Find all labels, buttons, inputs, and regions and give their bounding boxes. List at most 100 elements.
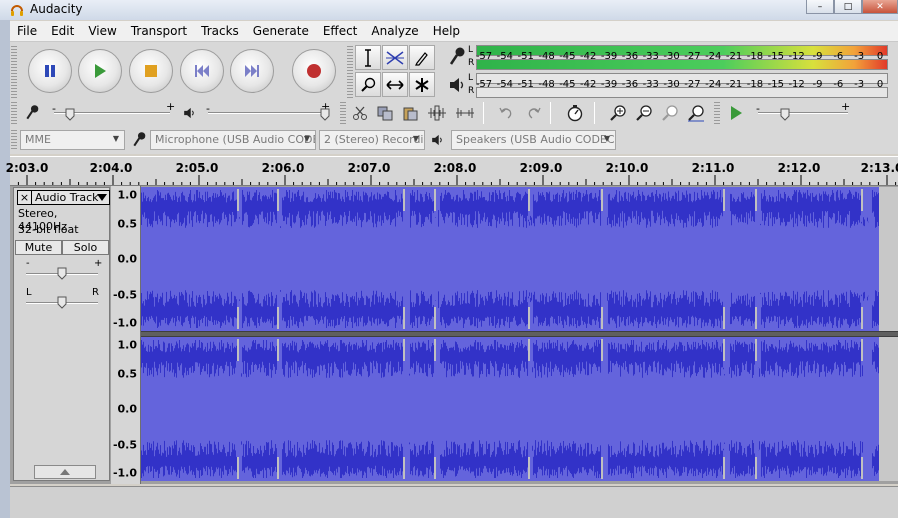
playback-device-speaker-icon — [432, 134, 442, 146]
timeline-label: 2:04.0 — [89, 161, 133, 175]
title-bar: Audacity – □ ✕ — [0, 0, 898, 20]
play-button[interactable] — [78, 49, 122, 93]
toolbar-grip[interactable] — [11, 130, 17, 150]
toolbar-grip[interactable] — [714, 102, 720, 124]
input-volume-thumb[interactable] — [65, 108, 75, 121]
menu-file[interactable]: File — [10, 24, 44, 38]
zoom-out-button[interactable] — [632, 102, 656, 124]
skip-to-start-button[interactable] — [180, 49, 224, 93]
waveform-gap-top — [434, 189, 436, 211]
skip-to-end-button[interactable] — [230, 49, 274, 93]
gain-min-label: - — [26, 258, 30, 269]
fit-project-button[interactable] — [684, 102, 708, 124]
trim-audio-button[interactable] — [425, 102, 449, 124]
toolbar-grip[interactable] — [347, 46, 353, 98]
copy-icon — [377, 106, 393, 121]
timeline-ruler[interactable]: 2:03.0 2:04.0 2:05.0 2:06.0 2:07.0 2:08.… — [6, 156, 898, 186]
scissors-icon — [353, 106, 367, 120]
paste-icon — [403, 107, 418, 121]
recording-channels-select[interactable]: 2 (Stereo) Recording ▼ — [319, 130, 425, 150]
waveform-samples — [141, 339, 879, 479]
cut-button[interactable] — [348, 102, 372, 124]
menu-effect[interactable]: Effect — [316, 24, 365, 38]
amplitude-tick: 0.0 — [117, 252, 138, 266]
menu-transport[interactable]: Transport — [124, 24, 194, 38]
multi-tool-button[interactable] — [409, 72, 435, 97]
pause-button[interactable] — [28, 49, 72, 93]
fit-selection-button[interactable] — [658, 102, 682, 124]
maximize-button[interactable]: □ — [834, 0, 862, 14]
recording-device-select[interactable]: Microphone (USB Audio CODEC ▼ — [150, 130, 316, 150]
solo-button[interactable]: Solo — [62, 240, 109, 255]
envelope-icon — [386, 50, 404, 65]
copy-button[interactable] — [373, 102, 397, 124]
waveform-gap-bottom — [237, 457, 239, 479]
speaker-icon — [450, 78, 464, 92]
menu-help[interactable]: Help — [426, 24, 467, 38]
track-name-menu[interactable]: Audio Track — [35, 191, 99, 204]
playback-speed-thumb[interactable] — [780, 108, 790, 121]
minimize-button[interactable]: – — [806, 0, 834, 14]
waveform-left-graphic — [141, 189, 879, 329]
undo-button[interactable] — [494, 102, 518, 124]
output-volume-slider[interactable] — [208, 112, 328, 114]
left-channel-label: L — [468, 45, 474, 55]
maximize-icon: □ — [843, 1, 853, 12]
close-icon: ✕ — [876, 1, 884, 12]
record-button[interactable] — [292, 49, 336, 93]
playback-speed-slider[interactable] — [758, 112, 848, 114]
pan-right-label: R — [92, 287, 99, 298]
playback-meter[interactable]: L R -57 -54 -51 -48 -45 -42 -39 -36 -33 -30 -27 -24… — [444, 72, 898, 100]
stop-button[interactable] — [129, 49, 173, 93]
timeline-label: 2:07.0 — [347, 161, 391, 175]
timeline-label: 2:09.0 — [519, 161, 563, 175]
recording-device-microphone-icon — [133, 132, 146, 147]
collapse-track-button[interactable] — [34, 465, 96, 479]
track-close-button[interactable]: × — [18, 191, 32, 204]
menu-view[interactable]: View — [81, 24, 123, 38]
time-shift-tool-button[interactable] — [382, 72, 408, 97]
mute-button[interactable]: Mute — [15, 240, 62, 255]
timeline-ticks — [17, 175, 897, 185]
waveform-left-channel[interactable] — [141, 187, 879, 331]
playback-device-select[interactable]: Speakers (USB Audio CODEC ) ▼ — [451, 130, 616, 150]
toolbar-grip[interactable] — [340, 102, 346, 124]
audio-host-select[interactable]: MME ▼ — [20, 130, 125, 150]
meter-toolbar: L R -57 -54 -51 -48 -45 -42 -39 -36 -33 -30 -27 -24… — [444, 42, 898, 100]
audacity-headphones-icon — [11, 5, 23, 16]
redo-button[interactable] — [522, 102, 546, 124]
chevron-down-icon: ▼ — [603, 134, 611, 143]
menu-edit[interactable]: Edit — [44, 24, 81, 38]
waveform-right-channel[interactable] — [141, 337, 879, 481]
pan-left-label: L — [26, 287, 32, 298]
amplitude-tick: -0.5 — [112, 438, 137, 452]
silence-audio-button[interactable] — [453, 102, 477, 124]
menu-analyze[interactable]: Analyze — [364, 24, 425, 38]
recording-meter[interactable]: L R -57 -54 -51 -48 -45 -42 -39 -36 -33 -30 -27 -24… — [444, 44, 898, 72]
waveform-gap-bottom — [861, 457, 863, 479]
menu-tracks[interactable]: Tracks — [194, 24, 246, 38]
gain-thumb[interactable] — [57, 267, 67, 280]
close-window-button[interactable]: ✕ — [862, 0, 898, 14]
track-control-panel[interactable]: × Audio Track Stereo, 44100Hz 32-bit flo… — [13, 187, 110, 481]
track-menu-dropdown-icon[interactable] — [97, 194, 107, 201]
zoom-tool-button[interactable] — [355, 72, 381, 97]
envelope-tool-button[interactable] — [382, 45, 408, 70]
toolbar-grip[interactable] — [11, 102, 17, 124]
menu-generate[interactable]: Generate — [246, 24, 316, 38]
sync-lock-button[interactable] — [563, 102, 587, 124]
right-channel-label: R — [468, 86, 475, 96]
paste-button[interactable] — [398, 102, 422, 124]
amplitude-ruler[interactable]: 1.0 0.5 0.0 -0.5 -1.0 1.0 0.5 0.0 -0.5 -… — [111, 186, 141, 484]
waveform-gap-top — [601, 339, 603, 361]
waveform-gap-top — [723, 339, 725, 361]
amplitude-tick: -1.0 — [112, 466, 137, 480]
output-volume-thumb[interactable] — [320, 108, 330, 121]
draw-tool-button[interactable] — [409, 45, 435, 70]
pause-icon — [45, 65, 55, 77]
zoom-in-button[interactable] — [606, 102, 630, 124]
window-frame-left — [0, 20, 10, 518]
pan-thumb[interactable] — [57, 296, 67, 309]
selection-tool-button[interactable] — [355, 45, 381, 70]
play-at-speed-button[interactable] — [724, 102, 748, 124]
